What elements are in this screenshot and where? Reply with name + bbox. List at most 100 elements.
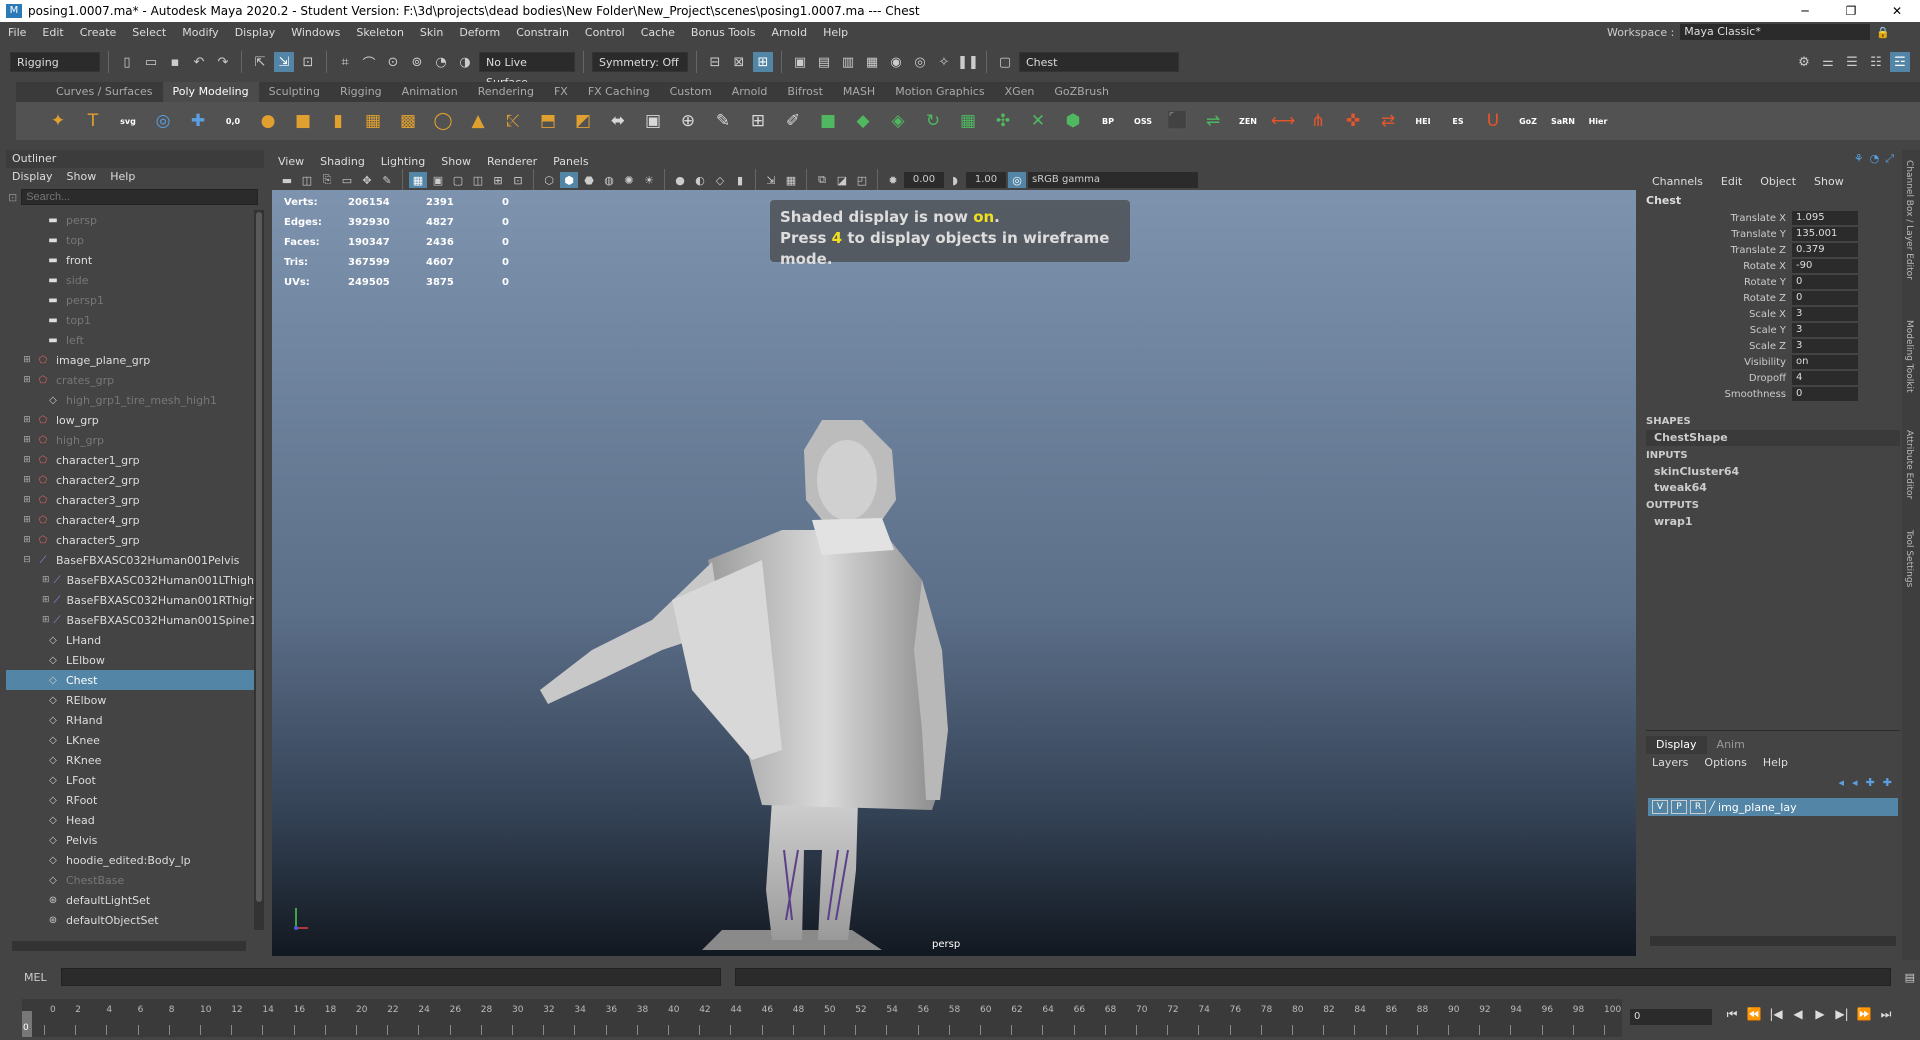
outliner-item-basefbxasc032human001spine1[interactable]: ⊞ ⟋ BaseFBXASC032Human001Spine1	[6, 610, 254, 630]
text-icon[interactable]: T	[77, 105, 109, 137]
attr-scale-y[interactable]: Scale Y 3	[1646, 322, 1900, 338]
channel-box-icon[interactable]: ⚘	[1854, 152, 1864, 166]
outliner-menu-help[interactable]: Help	[110, 168, 135, 186]
select-component-icon[interactable]: ⊡	[298, 52, 318, 72]
undo-icon[interactable]: ↶	[189, 52, 209, 72]
render-setup-icon[interactable]: ◎	[910, 52, 930, 72]
tab-display[interactable]: Display	[1646, 736, 1707, 754]
outliner-scrollbar[interactable]	[254, 210, 264, 930]
select-object-icon[interactable]: ⇲	[274, 52, 294, 72]
gamma-field[interactable]: 1.00	[966, 172, 1006, 188]
current-frame-field[interactable]: 0	[1630, 1009, 1712, 1025]
outliner-item-chestbase[interactable]: ◇ ChestBase	[6, 870, 254, 890]
anti-aliasing-icon[interactable]: ◇	[711, 172, 729, 188]
lights-icon[interactable]: ✺	[620, 172, 638, 188]
expand-toggle-icon[interactable]: ⊟	[22, 555, 32, 565]
viewport-menu-lighting[interactable]: Lighting	[381, 155, 425, 168]
save-scene-icon[interactable]: ▪	[165, 52, 185, 72]
bp-icon[interactable]: BP	[1092, 105, 1124, 137]
zen-icon[interactable]: ZEN	[1232, 105, 1264, 137]
shelf-tab-fx-caching[interactable]: FX Caching	[578, 82, 660, 102]
outliner-menu-display[interactable]: Display	[12, 168, 53, 186]
go-to-start-button[interactable]: ⏮	[1724, 1007, 1740, 1022]
side-tab-channel-box[interactable]: Channel Box / Layer Editor	[1904, 160, 1914, 280]
attr-dropoff[interactable]: Dropoff 4	[1646, 370, 1900, 386]
render-settings-icon[interactable]: ▦	[862, 52, 882, 72]
expand-toggle-icon[interactable]: ⊞	[42, 615, 50, 625]
layer-visibility-toggle[interactable]: V	[1652, 800, 1668, 814]
attr-visibility[interactable]: Visibility on	[1646, 354, 1900, 370]
counter-icon[interactable]: 0,0	[217, 105, 249, 137]
outliner-item-crates-grp[interactable]: ⊞ ⬠ crates_grp	[6, 370, 254, 390]
outliner-item-high-grp[interactable]: ⊞ ⬠ high_grp	[6, 430, 254, 450]
outliner-item-basefbxasc032human001pelvis[interactable]: ⊟ ⟋ BaseFBXASC032Human001Pelvis	[6, 550, 254, 570]
layer-color-icon[interactable]: ╱	[1709, 802, 1715, 813]
snap-grid-icon[interactable]: ⌗	[335, 52, 355, 72]
menu-help[interactable]: Help	[815, 26, 856, 39]
toggle-channel-box-icon[interactable]: ☷	[1866, 52, 1886, 72]
split-icon[interactable]: ⤪	[497, 105, 529, 137]
shelf-tab-fx[interactable]: FX	[544, 82, 578, 102]
expand-toggle-icon[interactable]: ⊞	[22, 355, 32, 365]
wireframe-on-shaded-icon[interactable]: ⬣	[580, 172, 598, 188]
move-layer-up-icon[interactable]: ◂	[1839, 776, 1845, 789]
toggle-modeling-toolkit-icon[interactable]: ⚙	[1794, 52, 1814, 72]
redo-icon[interactable]: ↷	[213, 52, 233, 72]
attr-translate-y[interactable]: Translate Y 135.001	[1646, 226, 1900, 242]
attr-value-field[interactable]: 3	[1792, 339, 1858, 353]
magnet-icon[interactable]: U	[1477, 105, 1509, 137]
torus-icon[interactable]: ◯	[427, 105, 459, 137]
render-frame-icon[interactable]: ▤	[814, 52, 834, 72]
weld-icon[interactable]: ✕	[1022, 105, 1054, 137]
character-model[interactable]	[522, 330, 1042, 950]
shelf-tab-mash[interactable]: MASH	[833, 82, 885, 102]
locator-icon[interactable]: ✚	[182, 105, 214, 137]
shelf-tab-custom[interactable]: Custom	[660, 82, 722, 102]
menu-constrain[interactable]: Constrain	[508, 26, 577, 39]
xray-joints-icon[interactable]: ⧉	[813, 172, 831, 188]
menu-file[interactable]: File	[0, 26, 34, 39]
expand-toggle-icon[interactable]: ⊞	[22, 515, 32, 525]
layer-editor-icon[interactable]: ◔	[1870, 152, 1880, 166]
outliner-item-top[interactable]: ▬ top	[6, 230, 254, 250]
outliner-item-persp1[interactable]: ▬ persp1	[6, 290, 254, 310]
show-menu[interactable]: Show	[1814, 172, 1844, 192]
hier-icon[interactable]: Hier	[1582, 105, 1614, 137]
step-back-frame-button[interactable]: |◀	[1768, 1007, 1784, 1022]
ambient-occlusion-icon[interactable]: ●	[671, 172, 689, 188]
new-scene-icon[interactable]: ▯	[117, 52, 137, 72]
shelf-tab-xgen[interactable]: XGen	[995, 82, 1045, 102]
go-to-end-button[interactable]: ⏭	[1878, 1007, 1894, 1022]
goz-icon[interactable]: GoZ	[1512, 105, 1544, 137]
attr-value-field[interactable]: 3	[1792, 307, 1858, 321]
expand-toggle-icon[interactable]: ⊞	[42, 575, 50, 585]
side-tab-attribute-editor[interactable]: Attribute Editor	[1904, 430, 1914, 499]
gamma-icon[interactable]: ◗	[946, 172, 964, 188]
outliner-item-rhand[interactable]: ◇ RHand	[6, 710, 254, 730]
cube-icon[interactable]: ■	[287, 105, 319, 137]
svg-icon[interactable]: svg	[112, 105, 144, 137]
attr-translate-x[interactable]: Translate X 1.095	[1646, 210, 1900, 226]
multicut-icon[interactable]: ⊕	[672, 105, 704, 137]
close-button[interactable]: ✕	[1874, 0, 1920, 22]
outliner-item-rknee[interactable]: ◇ RKnee	[6, 750, 254, 770]
layers-menu[interactable]: Layers	[1652, 754, 1688, 772]
minimize-button[interactable]: ─	[1782, 0, 1828, 22]
isolate-select-icon[interactable]: ⇲	[762, 172, 780, 188]
resolution-gate-icon[interactable]: ▢	[449, 172, 467, 188]
step-forward-frame-button[interactable]: ▶|	[1834, 1007, 1850, 1022]
side-tab-modeling-toolkit[interactable]: Modeling Toolkit	[1904, 320, 1914, 393]
mirror-icon[interactable]: ⇌	[1197, 105, 1229, 137]
attr-value-field[interactable]: 0	[1792, 291, 1858, 305]
expand-toggle-icon[interactable]: ⊞	[22, 535, 32, 545]
outliner-item-pelvis[interactable]: ◇ Pelvis	[6, 830, 254, 850]
cylinder-icon[interactable]: ▮	[322, 105, 354, 137]
outliner-item-lelbow[interactable]: ◇ LElbow	[6, 650, 254, 670]
xray-icon[interactable]: ▦	[782, 172, 800, 188]
outliner-item-top1[interactable]: ▬ top1	[6, 310, 254, 330]
step-back-key-button[interactable]: ⏪	[1746, 1007, 1762, 1022]
safe-action-icon[interactable]: ⊡	[509, 172, 527, 188]
hei-icon[interactable]: HEI	[1407, 105, 1439, 137]
camera-attributes-icon[interactable]: ◫	[298, 172, 316, 188]
outliner-item-high-grp1-tire-mesh-high1[interactable]: ◇ high_grp1_tire_mesh_high1	[6, 390, 254, 410]
